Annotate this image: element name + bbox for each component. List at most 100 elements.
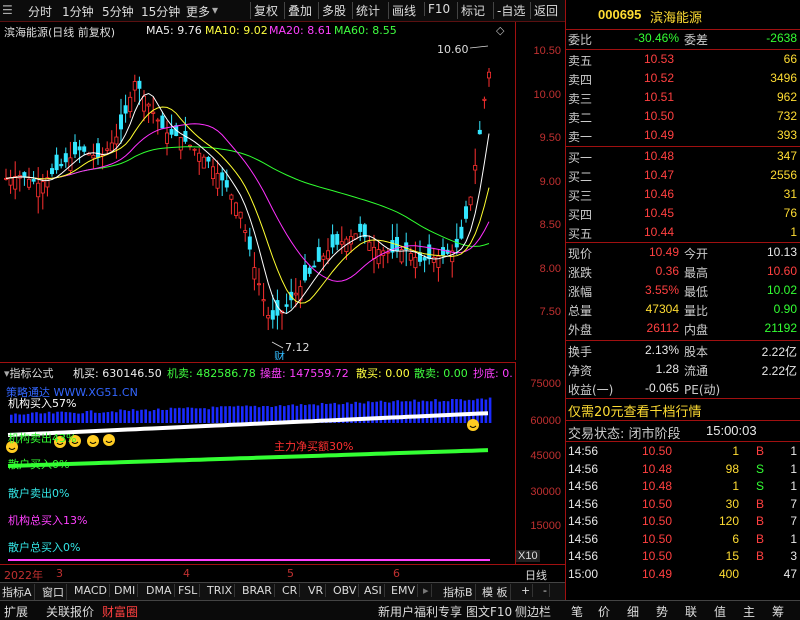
price-tick: 10.50 [533,45,561,57]
expand-button[interactable]: 扩展 [4,603,28,620]
tab-fsl[interactable]: FSL [176,584,201,597]
tab-jia[interactable]: 价 [598,603,610,620]
stat-value: 10.13 [766,245,797,259]
ask-row[interactable]: 卖三 10.51 962 [566,89,800,108]
f10-button[interactable]: F10 [424,2,453,16]
candle-body [224,180,229,188]
tab-shi[interactable]: 势 [656,603,668,620]
bid-volume: 347 [776,149,797,163]
x10-button[interactable]: X10 [516,550,540,562]
tab-chou[interactable]: 筹 [772,603,784,620]
zoom-in-button[interactable]: + [519,584,534,597]
mark-button[interactable]: 标记 [457,2,488,19]
indicator-bar [31,412,34,423]
ask-row[interactable]: 卖四 10.52 3496 [566,70,800,89]
tab-obv[interactable]: OBV [331,584,360,597]
tab-asi[interactable]: ASI [362,584,385,597]
wealth-circle-button[interactable]: 财富圈 [102,603,138,620]
ask-row[interactable]: 卖二 10.50 732 [566,108,800,127]
draw-line-button[interactable]: 画线 [388,2,419,19]
fund-value: 2.22亿 [761,345,797,359]
bid-price: 10.45 [644,206,675,220]
bid-row[interactable]: 买三 10.46 31 [566,186,800,205]
bid-row[interactable]: 买四 10.45 76 [566,205,800,224]
indicator-bar [10,414,13,423]
bid-label: 买四 [568,208,593,222]
candle-body [123,105,128,114]
bid-row[interactable]: 买五 10.44 1 [566,224,800,243]
tab-window[interactable]: 窗口 [40,584,67,600]
period-tab-15min[interactable]: 15分钟 [141,3,180,20]
zoom-out-button[interactable]: - [541,584,550,597]
tab-lian[interactable]: 联 [685,603,697,620]
indicator-axis: 75000 60000 45000 30000 15000 X10 [515,362,565,564]
tab-dmi[interactable]: DMI [112,584,139,597]
period-tab-fenshi[interactable]: 分时 [28,3,52,20]
tab-xi[interactable]: 细 [627,603,639,620]
stats-button[interactable]: 统计 [352,2,383,19]
candle-body [137,80,142,89]
stat-row: 涨跌 0.36 最高 10.60 [566,263,800,282]
tick-row: 15:00 10.49 400 47 [566,566,800,585]
fuquan-button[interactable]: 复权 [250,2,281,19]
stat-label: 内盘 [684,323,709,337]
tab-dma[interactable]: DMA [144,584,175,597]
indicator-bar [224,406,227,423]
candle-body [302,264,307,281]
ask-row[interactable]: 卖一 10.49 393 [566,127,800,146]
kline-chart[interactable]: 10.60 7.12 财 [0,40,515,360]
bid-row[interactable]: 买一 10.48 347 [566,148,800,167]
tab-macd[interactable]: MACD [72,584,110,597]
promo-text[interactable]: 仅需20元查看千档行情 [568,401,702,420]
tab-cr[interactable]: CR [280,584,301,597]
ind-tick: 45000 [530,450,561,462]
indicator-bar [157,408,160,423]
period-tab-more[interactable]: 更多 [186,3,210,20]
tab-vr[interactable]: VR [306,584,327,597]
tab-brar[interactable]: BRAR [240,584,275,597]
period-tab-1min[interactable]: 1分钟 [62,3,94,20]
tab-trix[interactable]: TRIX [205,584,236,597]
tab-zhi[interactable]: 值 [714,603,726,620]
ask-label: 卖五 [568,54,593,68]
bid-label: 买二 [568,170,593,184]
ask-label: 卖三 [568,92,593,106]
tick-count: 1 [790,479,797,493]
period-tab-5min[interactable]: 5分钟 [102,3,134,20]
indicator-bar [215,407,219,423]
toolbar-menu-icon[interactable]: ☰ [2,3,13,17]
indicator-bar [409,401,412,423]
tab-bi[interactable]: 笔 [571,603,583,620]
indicator-chart[interactable] [0,379,515,564]
period-label[interactable]: 日线 [525,567,547,583]
candle-body [261,299,266,302]
fund-row: 换手 2.13% 股本 2.22亿 [566,342,800,361]
candle-body [109,142,114,152]
indicator-bar [417,401,420,423]
indicator-bar [199,408,202,423]
indicator-bar [190,407,194,423]
tab-indicator-a[interactable]: 指标A [0,584,35,600]
ask-volume: 393 [776,128,797,142]
more-chevron-icon[interactable]: ▾ [212,3,218,17]
candle-body [463,206,468,219]
bid-row[interactable]: 买二 10.47 2556 [566,167,800,186]
tab-zhu[interactable]: 主 [743,603,755,620]
multi-stock-button[interactable]: 多股 [318,2,349,19]
indicator-bar [396,400,399,423]
tab-emv[interactable]: EMV [389,584,418,597]
tab-scroll-icon[interactable]: ▸ [421,584,432,597]
ind-tick: 75000 [530,378,561,390]
related-quotes-button[interactable]: 关联报价 [46,603,94,620]
tab-template[interactable]: 模 板 [480,584,511,600]
diamond-icon[interactable]: ◇ [496,24,504,37]
ask-row[interactable]: 卖五 10.53 66 [566,51,800,70]
tab-indicator-b[interactable]: 指标B [441,584,476,600]
overlay-button[interactable]: 叠加 [284,2,315,19]
f10-text-button[interactable]: 图文F10 [466,603,512,620]
promo-row[interactable]: 仅需20元查看千档行情 [566,400,800,420]
back-button[interactable]: 返回 [530,2,561,19]
sidebar-button[interactable]: 侧边栏 [515,603,551,620]
remove-favorite-button[interactable]: -自选 [493,2,528,19]
new-user-ad[interactable]: 新用户福利专享 [378,603,462,620]
